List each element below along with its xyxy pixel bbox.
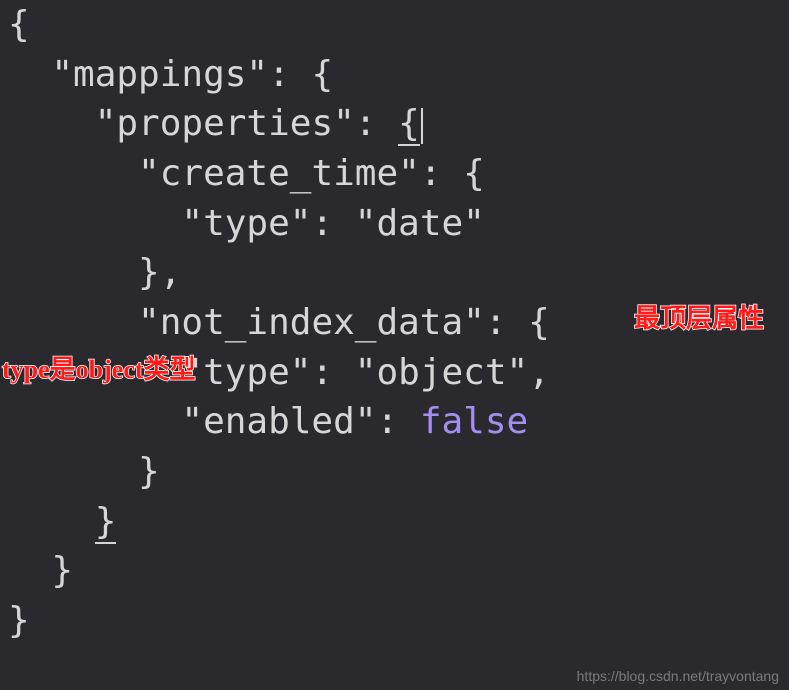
line-6: }, <box>8 252 181 293</box>
line-2: "mappings": { <box>8 54 333 95</box>
line-9: "enabled": false <box>8 401 528 442</box>
annotation-top-level-property: 最顶层属性 <box>634 298 764 335</box>
line-1: { <box>8 4 30 45</box>
line-4: "create_time": { <box>8 153 485 194</box>
line-10: } <box>8 451 160 492</box>
line-3: "properties": { <box>8 103 423 144</box>
line-13: } <box>8 600 30 641</box>
line-7: "not_index_data": { <box>8 302 550 343</box>
line-11: } <box>8 501 116 544</box>
text-cursor <box>421 108 423 144</box>
json-code-block: { "mappings": { "properties": { "create_… <box>8 0 550 646</box>
watermark-url: https://blog.csdn.net/trayvontang <box>577 668 779 684</box>
annotation-type-object: type是object类型 <box>2 349 196 386</box>
line-5: "type": "date" <box>8 203 485 244</box>
line-12: } <box>8 550 73 591</box>
